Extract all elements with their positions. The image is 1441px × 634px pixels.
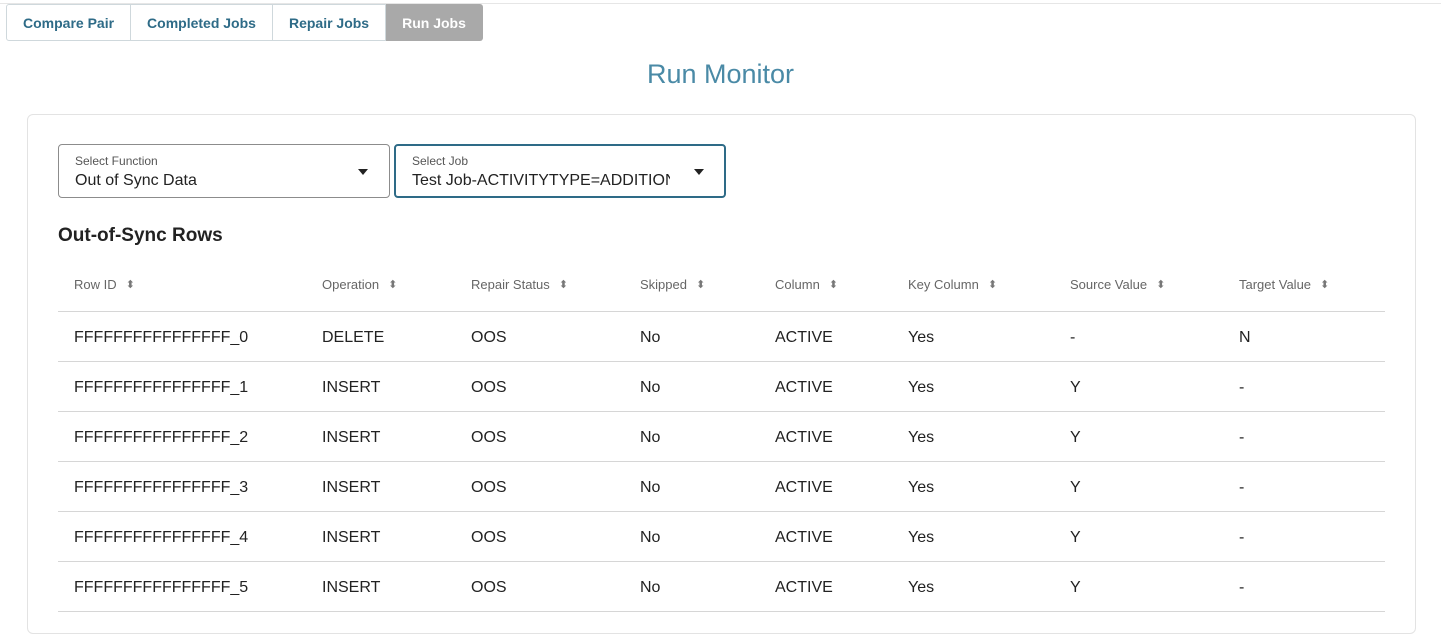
cell-target-value: - bbox=[1239, 429, 1245, 446]
column-header-label: Operation bbox=[322, 277, 380, 292]
cell-repair-status: OOS bbox=[471, 429, 507, 446]
cell-operation: INSERT bbox=[322, 529, 381, 546]
tab-compare-pair[interactable]: Compare Pair bbox=[6, 4, 132, 41]
cell-source-value: Y bbox=[1070, 429, 1081, 446]
out-of-sync-table: Row ID ⬍ Operation ⬍ Repair Status ⬍ Skipped ⬍ C… bbox=[58, 262, 1385, 612]
cell-row-id: FFFFFFFFFFFFFFFF_3 bbox=[74, 479, 249, 496]
cell-key-column: Yes bbox=[908, 579, 935, 596]
sort-icon[interactable]: ⬍ bbox=[1320, 278, 1329, 291]
cell-repair-status: OOS bbox=[471, 379, 507, 396]
cell-skipped: No bbox=[640, 529, 661, 546]
sort-icon[interactable]: ⬍ bbox=[696, 278, 705, 291]
cell-repair-status: OOS bbox=[471, 329, 507, 346]
column-header-source-value[interactable]: Source Value ⬍ bbox=[1070, 277, 1165, 292]
column-header-repair-status[interactable]: Repair Status ⬍ bbox=[471, 277, 568, 292]
section-title: Out-of-Sync Rows bbox=[58, 225, 223, 246]
cell-row-id: FFFFFFFFFFFFFFFF_4 bbox=[74, 529, 249, 546]
cell-column: ACTIVE bbox=[775, 579, 833, 596]
page-title: Run Monitor bbox=[646, 59, 795, 89]
cell-row-id: FFFFFFFFFFFFFFFF_1 bbox=[74, 379, 249, 396]
cell-column: ACTIVE bbox=[775, 329, 833, 346]
cell-source-value: Y bbox=[1070, 479, 1081, 496]
tab-repair-jobs[interactable]: Repair Jobs bbox=[272, 4, 387, 41]
cell-column: ACTIVE bbox=[775, 529, 833, 546]
table-body: FFFFFFFFFFFFFFFF_0 DELETE OOS No ACTIVE Yes - N… bbox=[58, 312, 1385, 612]
cell-target-value: - bbox=[1239, 579, 1245, 596]
cell-operation: INSERT bbox=[322, 579, 381, 596]
cell-column: ACTIVE bbox=[775, 379, 833, 396]
column-header-label: Row ID bbox=[74, 277, 117, 292]
column-header-row-id[interactable]: Row ID ⬍ bbox=[74, 277, 135, 292]
cell-row-id: FFFFFFFFFFFFFFFF_0 bbox=[74, 329, 249, 346]
sort-icon[interactable]: ⬍ bbox=[126, 278, 135, 291]
cell-skipped: No bbox=[640, 479, 661, 496]
cell-operation: INSERT bbox=[322, 379, 381, 396]
tab-run-jobs[interactable]: Run Jobs bbox=[386, 4, 483, 41]
sort-icon[interactable]: ⬍ bbox=[388, 278, 397, 291]
cell-target-value: N bbox=[1239, 329, 1251, 346]
cell-repair-status: OOS bbox=[471, 479, 507, 496]
cell-key-column: Yes bbox=[908, 479, 935, 496]
table-row[interactable]: FFFFFFFFFFFFFFFF_2 INSERT OOS No ACTIVE Yes Y - bbox=[58, 412, 1385, 462]
select-job-label: Select Job bbox=[412, 154, 469, 168]
cell-row-id: FFFFFFFFFFFFFFFF_5 bbox=[74, 579, 249, 596]
cell-operation: DELETE bbox=[322, 329, 385, 346]
cell-column: ACTIVE bbox=[775, 479, 833, 496]
cell-skipped: No bbox=[640, 379, 661, 396]
cell-skipped: No bbox=[640, 429, 661, 446]
sort-icon[interactable]: ⬍ bbox=[559, 278, 568, 291]
table-row[interactable]: FFFFFFFFFFFFFFFF_5 INSERT OOS No ACTIVE Yes Y - bbox=[58, 562, 1385, 612]
column-header-operation[interactable]: Operation ⬍ bbox=[322, 277, 397, 292]
table-row[interactable]: FFFFFFFFFFFFFFFF_1 INSERT OOS No ACTIVE Yes Y - bbox=[58, 362, 1385, 412]
cell-repair-status: OOS bbox=[471, 579, 507, 596]
column-header-label: Column bbox=[775, 277, 820, 292]
cell-key-column: Yes bbox=[908, 429, 935, 446]
sort-icon[interactable]: ⬍ bbox=[829, 278, 838, 291]
select-function-label: Select Function bbox=[75, 154, 158, 168]
column-header-skipped[interactable]: Skipped ⬍ bbox=[640, 277, 705, 292]
column-header-label: Repair Status bbox=[471, 277, 550, 292]
cell-operation: INSERT bbox=[322, 479, 381, 496]
cell-skipped: No bbox=[640, 329, 661, 346]
table-row[interactable]: FFFFFFFFFFFFFFFF_0 DELETE OOS No ACTIVE Yes - N bbox=[58, 312, 1385, 362]
table-row[interactable]: FFFFFFFFFFFFFFFF_3 INSERT OOS No ACTIVE Yes Y - bbox=[58, 462, 1385, 512]
cell-key-column: Yes bbox=[908, 379, 935, 396]
sort-icon[interactable]: ⬍ bbox=[988, 278, 997, 291]
column-header-target-value[interactable]: Target Value ⬍ bbox=[1239, 277, 1329, 292]
column-header-label: Source Value bbox=[1070, 277, 1148, 292]
caret-down-icon bbox=[358, 169, 368, 175]
column-header-label: Target Value bbox=[1239, 277, 1312, 292]
tab-completed-jobs[interactable]: Completed Jobs bbox=[131, 4, 273, 41]
column-header-label: Key Column bbox=[908, 277, 979, 292]
tab-bar: Compare Pair Completed Jobs Repair Jobs … bbox=[6, 4, 483, 41]
cell-key-column: Yes bbox=[908, 529, 935, 546]
cell-column: ACTIVE bbox=[775, 429, 833, 446]
cell-row-id: FFFFFFFFFFFFFFFF_2 bbox=[74, 429, 249, 446]
select-function-dropdown[interactable]: Select Function Out of Sync Data bbox=[58, 144, 390, 198]
sort-icon[interactable]: ⬍ bbox=[1156, 278, 1165, 291]
cell-target-value: - bbox=[1239, 379, 1245, 396]
cell-source-value: Y bbox=[1070, 529, 1081, 546]
caret-down-icon bbox=[694, 169, 704, 175]
table-row[interactable]: FFFFFFFFFFFFFFFF_4 INSERT OOS No ACTIVE Yes Y - bbox=[58, 512, 1385, 562]
cell-operation: INSERT bbox=[322, 429, 381, 446]
cell-source-value: Y bbox=[1070, 379, 1081, 396]
cell-target-value: - bbox=[1239, 529, 1245, 546]
select-function-value: Out of Sync Data bbox=[75, 172, 197, 189]
column-header-label: Skipped bbox=[640, 277, 687, 292]
table-header: Row ID ⬍ Operation ⬍ Repair Status ⬍ Skipped ⬍ C… bbox=[58, 262, 1385, 312]
cell-key-column: Yes bbox=[908, 329, 935, 346]
cell-source-value: - bbox=[1070, 329, 1076, 346]
cell-skipped: No bbox=[640, 579, 661, 596]
select-job-value: Test Job-ACTIVITYTYPE=ADDITION. bbox=[412, 172, 670, 189]
select-job-dropdown[interactable]: Select Job Test Job-ACTIVITYTYPE=ADDITIO… bbox=[394, 144, 726, 198]
cell-source-value: Y bbox=[1070, 579, 1081, 596]
cell-target-value: - bbox=[1239, 479, 1245, 496]
column-header-column[interactable]: Column ⬍ bbox=[775, 277, 838, 292]
cell-repair-status: OOS bbox=[471, 529, 507, 546]
column-header-key-column[interactable]: Key Column ⬍ bbox=[908, 277, 997, 292]
